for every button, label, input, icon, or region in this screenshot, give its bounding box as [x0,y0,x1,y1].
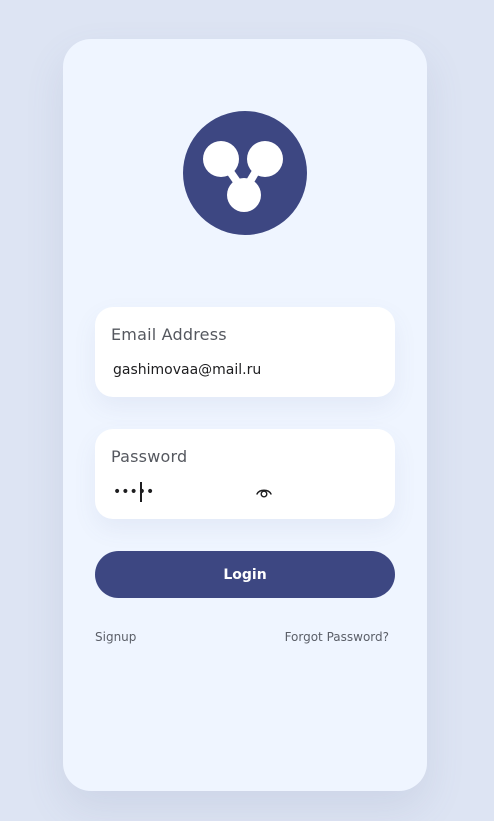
email-input[interactable] [113,359,373,381]
eye-icon[interactable] [255,484,273,500]
login-button[interactable]: Login [95,551,395,598]
email-label: Email Address [111,325,227,344]
signup-link[interactable]: Signup [95,630,136,644]
login-card: Email Address Password Login Signup Forg… [63,39,427,791]
text-caret [140,482,142,502]
password-label: Password [111,447,188,466]
forgot-password-link[interactable]: Forgot Password? [285,630,389,644]
password-input[interactable] [113,481,273,503]
password-field[interactable]: Password [95,429,395,519]
email-field[interactable]: Email Address [95,307,395,397]
logo-icon [183,111,307,235]
